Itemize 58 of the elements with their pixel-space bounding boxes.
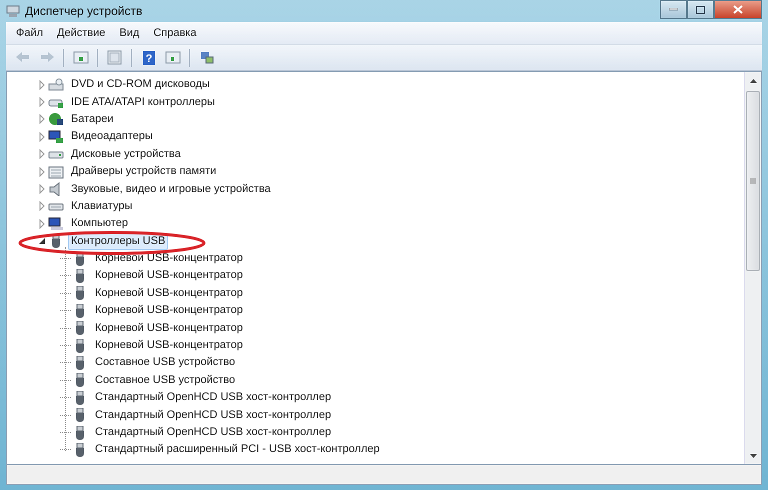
tree-item[interactable]: Компьютер bbox=[68, 215, 131, 232]
expand-triangle-icon[interactable] bbox=[37, 80, 47, 90]
tree-item[interactable]: Видеоадаптеры bbox=[68, 128, 156, 146]
memory-card-icon bbox=[48, 164, 64, 179]
tree-item[interactable]: IDE ATA/ATAPI контроллеры bbox=[68, 94, 218, 111]
window-icon bbox=[164, 50, 180, 65]
computer-icon bbox=[48, 216, 64, 231]
tree-item[interactable]: Дисковые устройства bbox=[68, 146, 184, 163]
expand-triangle-icon[interactable] bbox=[37, 114, 47, 124]
tree-item[interactable]: DVD и CD-ROM дисководы bbox=[68, 76, 213, 94]
tree-item[interactable]: Стандартный OpenHCD USB хост-контроллер bbox=[92, 424, 334, 441]
close-button[interactable] bbox=[714, 0, 762, 19]
scrollbar-thumb[interactable] bbox=[746, 91, 760, 271]
tree-item[interactable]: Стандартный расширенный PCI - USB хост-контроллер bbox=[92, 441, 383, 458]
forward-arrow-icon bbox=[38, 50, 54, 65]
expand-triangle-icon[interactable] bbox=[37, 184, 47, 194]
minimize-button[interactable] bbox=[660, 0, 687, 19]
expand-triangle-icon[interactable] bbox=[37, 132, 47, 142]
tree-item[interactable]: Корневой USB-концентратор bbox=[92, 302, 246, 320]
window-title: Диспетчер устройств bbox=[25, 3, 142, 20]
tree-item[interactable]: Корневой USB-концентратор bbox=[92, 284, 246, 302]
tree-item[interactable]: Драйверы устройств памяти bbox=[68, 163, 220, 180]
collapse-triangle-icon[interactable] bbox=[37, 236, 47, 246]
menu-item[interactable]: Файл bbox=[10, 24, 50, 42]
tree-item[interactable]: Корневой USB-концентратор bbox=[92, 337, 246, 354]
minimize-icon bbox=[669, 8, 678, 11]
tree-item[interactable]: Батареи bbox=[68, 110, 117, 128]
tree-item[interactable]: Составное USB устройство bbox=[92, 372, 238, 389]
tree-item[interactable]: Корневой USB-концентратор bbox=[92, 250, 246, 268]
scroll-up-arrow-icon[interactable] bbox=[750, 78, 756, 82]
maximize-icon bbox=[696, 6, 705, 14]
monitor-icon bbox=[48, 130, 64, 144]
computer-scan-icon bbox=[198, 50, 214, 65]
tree-item[interactable]: Корневой USB-концентратор bbox=[92, 320, 246, 337]
window-icon bbox=[106, 50, 122, 65]
expand-triangle-icon[interactable] bbox=[37, 201, 47, 212]
menu-item[interactable]: Справка bbox=[147, 24, 202, 42]
expand-triangle-icon[interactable] bbox=[37, 149, 47, 160]
expand-triangle-icon[interactable] bbox=[37, 166, 47, 177]
tree-item[interactable]: Звуковые, видео и игровые устройства bbox=[68, 180, 274, 198]
tree-item[interactable]: Составное USB устройство bbox=[92, 354, 238, 372]
scroll-down-arrow-icon[interactable] bbox=[750, 454, 756, 458]
back-arrow-icon bbox=[14, 50, 30, 65]
tree-item[interactable]: Стандартный OpenHCD USB хост-контроллер bbox=[92, 406, 334, 424]
expand-triangle-icon[interactable] bbox=[37, 218, 47, 229]
menu-item[interactable]: Вид bbox=[113, 24, 146, 42]
tree-item[interactable]: Стандартный OpenHCD USB хост-контроллер bbox=[92, 389, 334, 406]
device-manager-icon bbox=[6, 4, 20, 18]
expand-triangle-icon[interactable] bbox=[37, 97, 47, 108]
window-icon bbox=[72, 50, 88, 65]
scrollbar[interactable] bbox=[744, 72, 761, 464]
close-icon bbox=[733, 5, 743, 14]
drive-icon bbox=[48, 78, 64, 92]
battery-icon bbox=[48, 112, 64, 126]
tree-item[interactable]: Клавиатуры bbox=[68, 198, 136, 215]
tree-item[interactable]: Корневой USB-концентратор bbox=[92, 267, 246, 284]
maximize-button[interactable] bbox=[687, 0, 714, 19]
menu-item[interactable]: Действие bbox=[51, 24, 112, 42]
